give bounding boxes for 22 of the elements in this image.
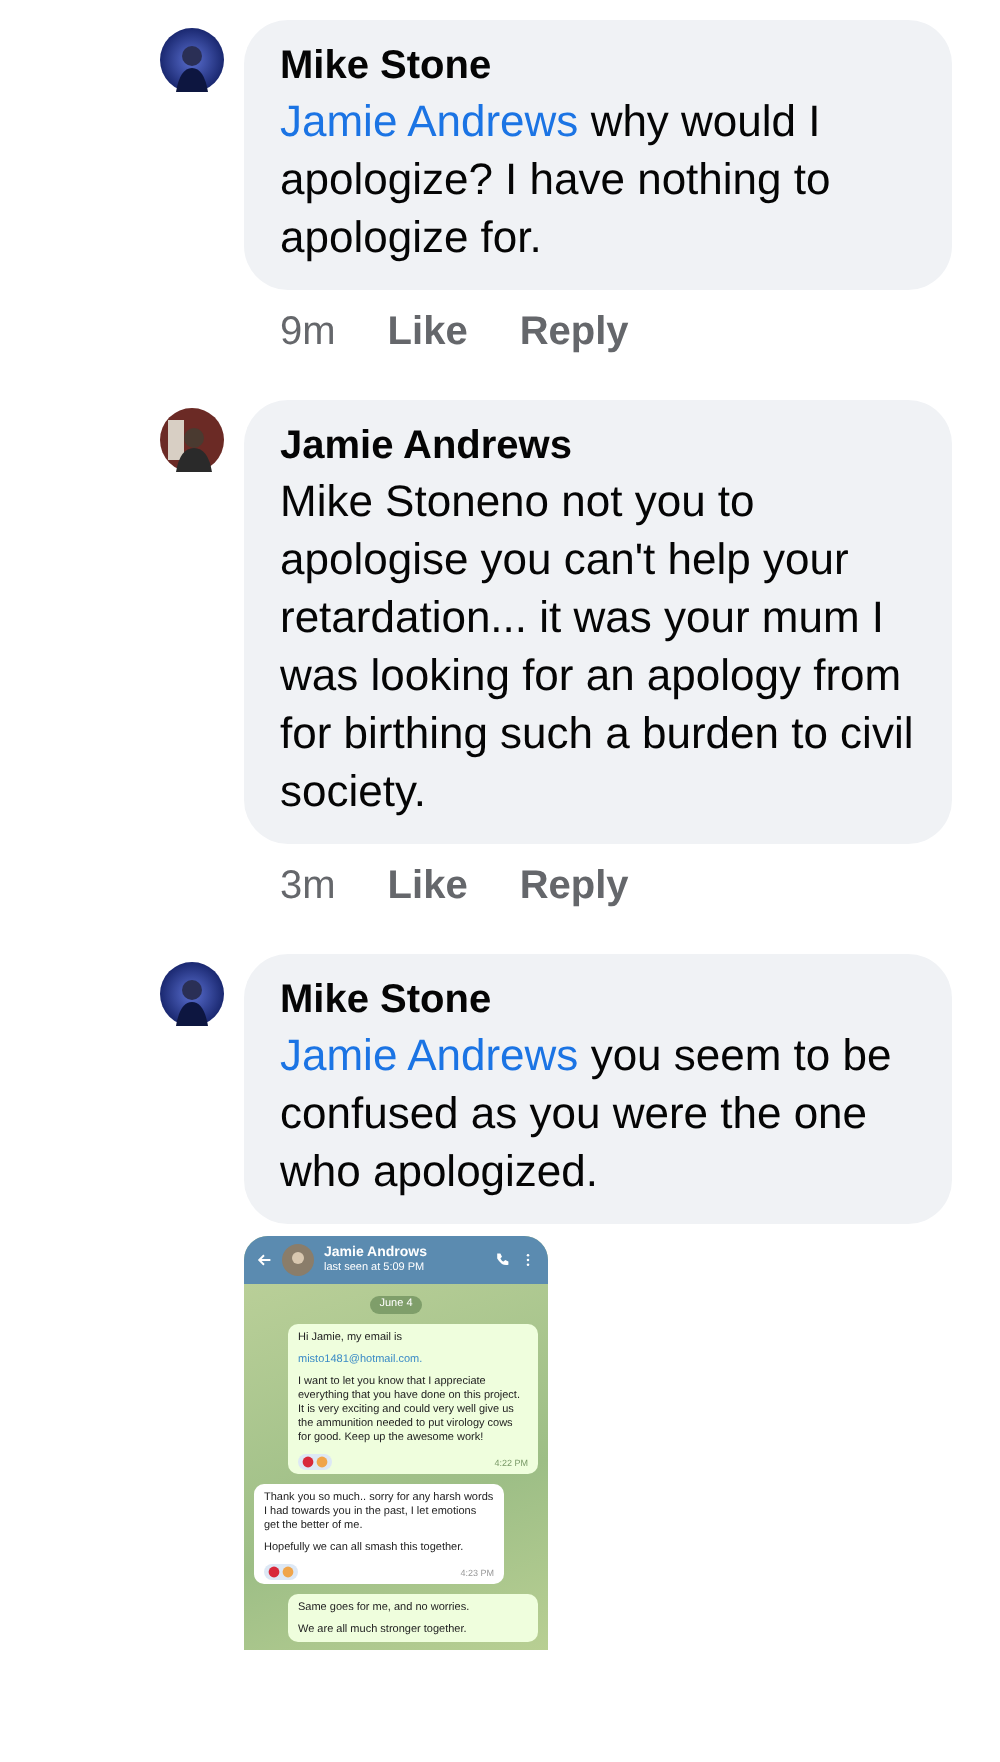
emoji-icon <box>282 1566 294 1578</box>
comment-text: Jamie Andrews you seem to be confused as you were the one who apologized. <box>280 1028 894 1200</box>
avatar-icon[interactable] <box>160 408 224 472</box>
comment-author[interactable]: Jamie Andrews <box>280 420 916 472</box>
reactions[interactable] <box>264 1564 298 1580</box>
avatar-icon[interactable] <box>160 962 224 1026</box>
comment-action[interactable]: Reply <box>519 310 629 356</box>
comment-author[interactable]: Mike Stone <box>280 974 916 1026</box>
back-arrow-icon <box>256 1252 272 1268</box>
emoji-icon <box>316 1456 328 1468</box>
avatar-icon <box>282 1244 314 1276</box>
comment-time: 3m <box>280 864 336 910</box>
comment-text: Mike Stoneno not you to apologise you can't help your retardation... it was your mum I was looking for an apology from for birthing such a burden to civil society. <box>280 474 916 820</box>
comment-author[interactable]: Mike Stone <box>280 40 916 92</box>
avatar-icon[interactable] <box>160 28 224 92</box>
comment-action[interactable]: Like <box>387 310 468 356</box>
comment-action[interactable]: Reply <box>519 864 629 910</box>
phone-icon <box>494 1252 510 1268</box>
comment-text: Jamie Andrews why would I apologize? I have nothing to apologize for. <box>280 94 833 266</box>
comment-time: 9m <box>280 310 336 356</box>
comment-action[interactable]: Like <box>387 864 468 910</box>
reactions[interactable] <box>298 1454 332 1470</box>
